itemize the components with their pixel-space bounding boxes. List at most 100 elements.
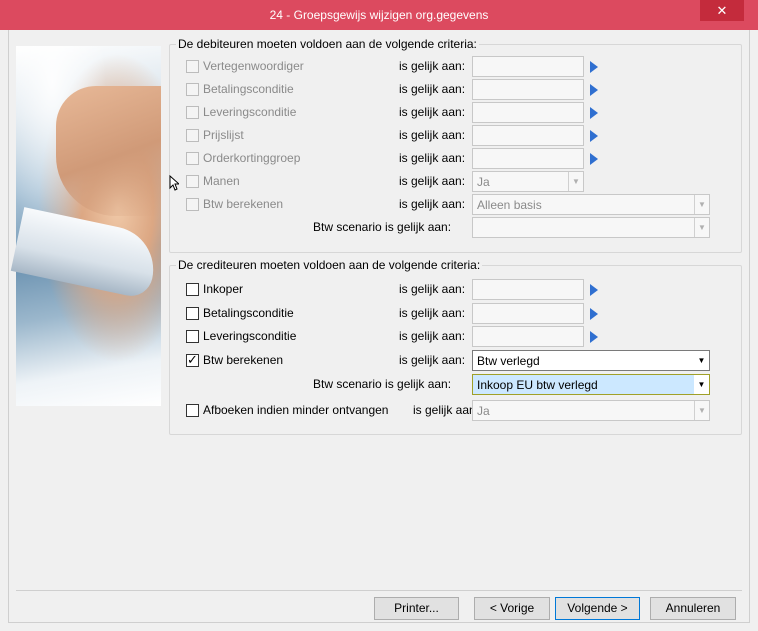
- chevron-down-icon[interactable]: ▼: [694, 375, 709, 394]
- cred-row-betalingsconditie: Betalingsconditie is gelijk aan:: [170, 303, 741, 325]
- manen-select[interactable]: Ja ▼: [472, 171, 584, 192]
- chevron-down-icon[interactable]: ▼: [694, 218, 709, 237]
- deb-row-prijslijst: Prijslijst is gelijk aan:: [170, 125, 741, 147]
- btw-berekenen-label: Btw berekenen: [203, 353, 284, 367]
- lookup-arrow-icon[interactable]: [590, 284, 598, 296]
- orderkortinggroep-checkbox[interactable]: [186, 152, 199, 165]
- leveringsconditie-label: Leveringsconditie: [203, 329, 297, 343]
- deb-row-betalingsconditie: Betalingsconditie is gelijk aan:: [170, 79, 741, 101]
- condition-label: is gelijk aan:: [399, 151, 466, 165]
- cred-row-btw-berekenen: Btw berekenen is gelijk aan: Btw verlegd…: [170, 350, 741, 372]
- btw-scenario-select[interactable]: ▼: [472, 217, 710, 238]
- deb-row-leveringsconditie: Leveringsconditie is gelijk aan:: [170, 102, 741, 124]
- vertegenwoordiger-checkbox[interactable]: [186, 60, 199, 73]
- btw-berekenen-select-value: Alleen basis: [477, 198, 542, 212]
- printer-button[interactable]: Printer...: [374, 597, 459, 620]
- condition-label: is gelijk aan:: [413, 403, 480, 417]
- condition-label: is gelijk aan:: [399, 128, 466, 142]
- btw-berekenen-checkbox[interactable]: [186, 198, 199, 211]
- betalingsconditie-input[interactable]: [472, 303, 584, 324]
- cred-row-leveringsconditie: Leveringsconditie is gelijk aan:: [170, 326, 741, 348]
- cred-row-afboeken: Afboeken indien minder ontvangen is geli…: [170, 400, 741, 422]
- manen-checkbox[interactable]: [186, 175, 199, 188]
- chevron-down-icon[interactable]: ▼: [694, 195, 709, 214]
- condition-label: is gelijk aan:: [399, 197, 466, 211]
- hand-image: [56, 86, 161, 216]
- window-title: 24 - Groepsgewijs wijzigen org.gegevens: [269, 8, 489, 22]
- close-button[interactable]: ✕: [700, 0, 744, 21]
- leveringsconditie-input[interactable]: [472, 326, 584, 347]
- inkoper-label: Inkoper: [203, 282, 244, 296]
- crediteuren-legend: De crediteuren moeten voldoen aan de vol…: [176, 258, 483, 272]
- condition-label: is gelijk aan:: [399, 306, 466, 320]
- lookup-arrow-icon[interactable]: [590, 130, 598, 142]
- condition-label: is gelijk aan:: [399, 59, 466, 73]
- btw-berekenen-select[interactable]: Alleen basis ▼: [472, 194, 710, 215]
- orderkortinggroep-label: Orderkortinggroep: [203, 151, 301, 165]
- orderkortinggroep-input[interactable]: [472, 148, 584, 169]
- deb-row-orderkortinggroep: Orderkortinggroep is gelijk aan:: [170, 148, 741, 170]
- betalingsconditie-input[interactable]: [472, 79, 584, 100]
- inkoper-checkbox[interactable]: [186, 283, 199, 296]
- chevron-down-icon[interactable]: ▼: [694, 401, 709, 420]
- btw-berekenen-select[interactable]: Btw verlegd ▼: [472, 350, 710, 371]
- manen-select-value: Ja: [477, 175, 490, 189]
- condition-label: is gelijk aan:: [399, 174, 466, 188]
- chevron-down-icon[interactable]: ▼: [694, 351, 709, 370]
- prijslijst-input[interactable]: [472, 125, 584, 146]
- deb-row-btw-berekenen: Btw berekenen is gelijk aan: Alleen basi…: [170, 194, 741, 216]
- leveringsconditie-input[interactable]: [472, 102, 584, 123]
- leveringsconditie-label: Leveringsconditie: [203, 105, 297, 119]
- manen-label: Manen: [203, 174, 240, 188]
- deb-row-btw-scenario: Btw scenario is gelijk aan: ▼: [170, 217, 741, 239]
- betalingsconditie-checkbox[interactable]: [186, 307, 199, 320]
- condition-label: is gelijk aan:: [399, 329, 466, 343]
- cred-row-btw-scenario: Btw scenario is gelijk aan: Inkoop EU bt…: [170, 374, 741, 396]
- btw-scenario-label: Btw scenario is gelijk aan:: [313, 220, 452, 234]
- betalingsconditie-checkbox[interactable]: [186, 83, 199, 96]
- cancel-button[interactable]: Annuleren: [650, 597, 736, 620]
- lookup-arrow-icon[interactable]: [590, 107, 598, 119]
- deb-row-manen: Manen is gelijk aan: Ja ▼: [170, 171, 741, 193]
- betalingsconditie-label: Betalingsconditie: [203, 82, 294, 96]
- leveringsconditie-checkbox[interactable]: [186, 330, 199, 343]
- vertegenwoordiger-label: Vertegenwoordiger: [203, 59, 304, 73]
- debiteuren-group: De debiteuren moeten voldoen aan de volg…: [169, 37, 742, 253]
- btw-scenario-select[interactable]: Inkoop EU btw verlegd ▼: [472, 374, 710, 395]
- cred-row-inkoper: Inkoper is gelijk aan:: [170, 279, 741, 301]
- previous-button[interactable]: < Vorige: [474, 597, 550, 620]
- condition-label: is gelijk aan:: [399, 105, 466, 119]
- btw-berekenen-select-value: Btw verlegd: [477, 354, 540, 368]
- lookup-arrow-icon[interactable]: [590, 84, 598, 96]
- deb-row-vertegenwoordiger: Vertegenwoordiger is gelijk aan:: [170, 56, 741, 78]
- computer-mouse-image: [10, 207, 162, 300]
- chevron-down-icon[interactable]: ▼: [568, 172, 583, 191]
- afboeken-select-value: Ja: [477, 404, 490, 418]
- condition-label: is gelijk aan:: [399, 82, 466, 96]
- debiteuren-legend: De debiteuren moeten voldoen aan de volg…: [176, 37, 479, 51]
- afboeken-checkbox[interactable]: [186, 404, 199, 417]
- mouse-cursor-icon: [169, 175, 179, 191]
- betalingsconditie-label: Betalingsconditie: [203, 306, 294, 320]
- lookup-arrow-icon[interactable]: [590, 331, 598, 343]
- decorative-photo: [10, 46, 162, 406]
- condition-label: is gelijk aan:: [399, 282, 466, 296]
- next-button[interactable]: Volgende >: [555, 597, 640, 620]
- btw-berekenen-label: Btw berekenen: [203, 197, 284, 211]
- vertegenwoordiger-input[interactable]: [472, 56, 584, 77]
- condition-label: is gelijk aan:: [399, 353, 466, 367]
- afboeken-select[interactable]: Ja ▼: [472, 400, 710, 421]
- leveringsconditie-checkbox[interactable]: [186, 106, 199, 119]
- crediteuren-group: De crediteuren moeten voldoen aan de vol…: [169, 258, 742, 435]
- btw-scenario-select-value: Inkoop EU btw verlegd: [477, 378, 598, 392]
- btw-berekenen-checkbox[interactable]: [186, 352, 199, 368]
- prijslijst-checkbox[interactable]: [186, 129, 199, 142]
- afboeken-label: Afboeken indien minder ontvangen: [203, 403, 389, 417]
- title-bar: 24 - Groepsgewijs wijzigen org.gegevens …: [0, 0, 758, 30]
- lookup-arrow-icon[interactable]: [590, 308, 598, 320]
- inkoper-input[interactable]: [472, 279, 584, 300]
- btw-scenario-label: Btw scenario is gelijk aan:: [313, 377, 452, 391]
- lookup-arrow-icon[interactable]: [590, 153, 598, 165]
- prijslijst-label: Prijslijst: [203, 128, 244, 142]
- lookup-arrow-icon[interactable]: [590, 61, 598, 73]
